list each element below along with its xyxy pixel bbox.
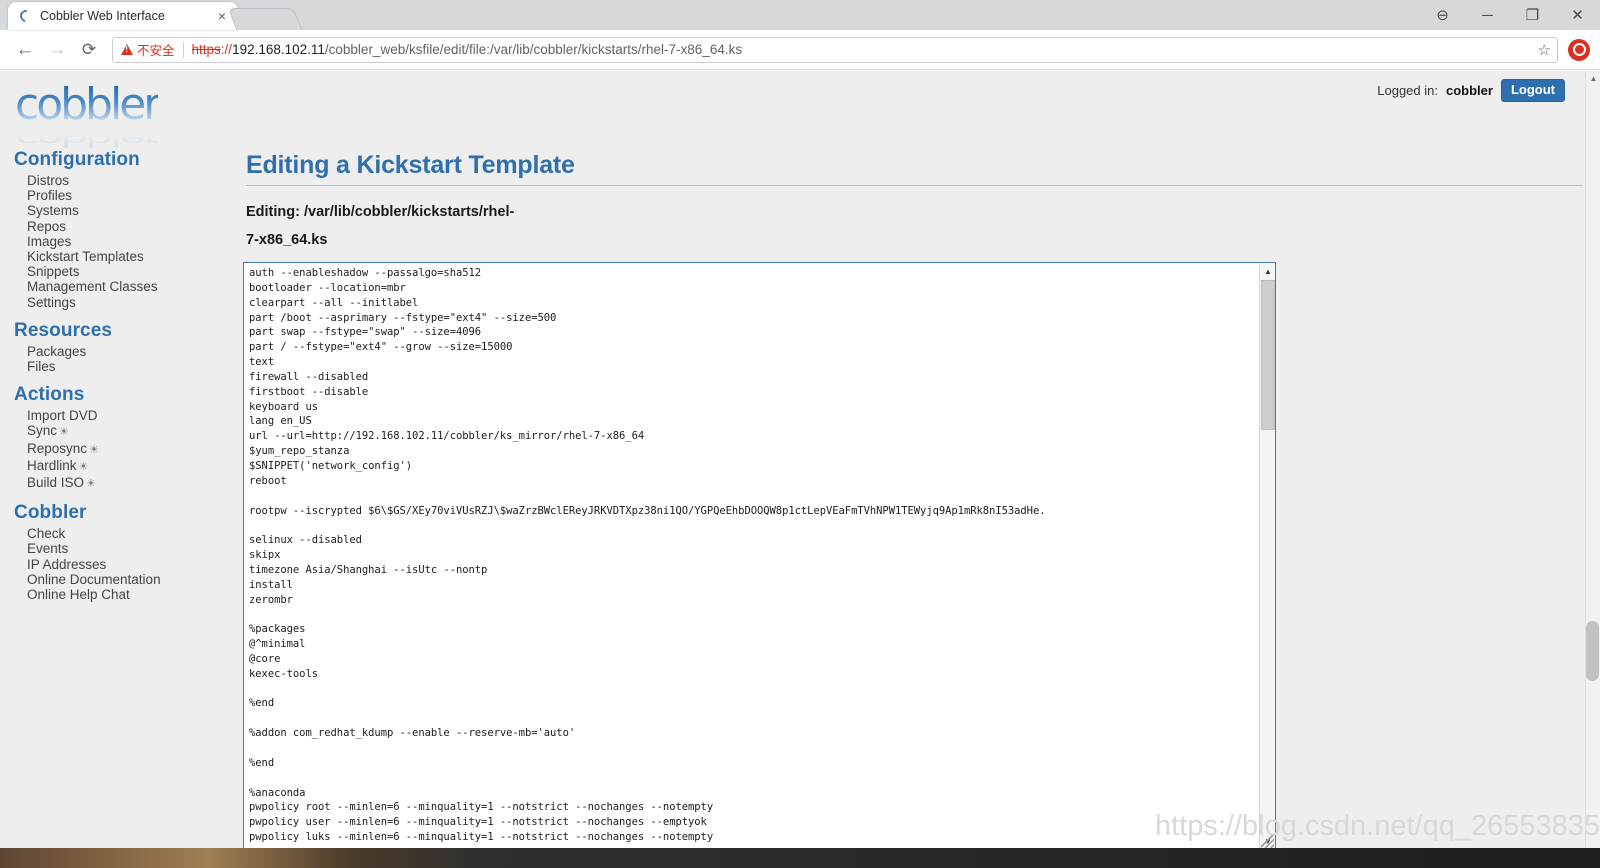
url-host: 192.168.102.11 [232, 42, 325, 57]
scroll-up-icon[interactable]: ▲ [1260, 263, 1276, 279]
editing-file-line2: 7-x86_64.ks [246, 232, 328, 248]
sidebar-item-repos[interactable]: Repos [27, 219, 232, 234]
title-divider [246, 185, 1583, 186]
sidebar-item-label: Build ISO [27, 475, 85, 491]
sidebar-item-sync[interactable]: Sync ☀ [27, 423, 232, 440]
site-header: cobbler cobbler Logged in: cobbler Logou… [0, 71, 1600, 151]
kickstart-form: auth --enableshadow --passalgo=sha512 bo… [243, 262, 1583, 850]
gear-icon: ☀ [86, 478, 96, 491]
sidebar-item-label: Reposync [27, 440, 88, 456]
reload-button[interactable]: ⟳ [74, 35, 104, 65]
browser-window: Cobbler Web Interface × ⊖ ─ ❐ ✕ ← → ⟳ 不安… [0, 0, 1600, 868]
textarea-resize-handle[interactable] [1261, 835, 1274, 848]
sidebar-item-distros[interactable]: Distros [27, 173, 232, 188]
security-warning-label: 不安全 [137, 44, 175, 58]
forward-button: → [47, 38, 67, 60]
sidebar-heading-actions: Actions [14, 384, 85, 406]
url-separator: :// [220, 42, 233, 57]
gear-icon: ☀ [78, 460, 89, 473]
security-warning-badge[interactable]: 不安全 [121, 41, 184, 58]
url-scheme: https [191, 42, 221, 57]
back-button[interactable]: ← [10, 35, 40, 65]
sidebar-navigation: Configuration Distros Profiles Systems R… [0, 143, 232, 602]
omnibox-actions: ☆ [1538, 41, 1551, 59]
editing-file-label: Editing: /var/lib/cobbler/kickstarts/rhe… [246, 198, 1583, 254]
close-window-button[interactable]: ✕ [1555, 0, 1600, 30]
sidebar-item-ip-addresses[interactable]: IP Addresses [27, 557, 232, 572]
page-scrollbar[interactable]: ▲ ▼ [1585, 71, 1600, 868]
sidebar-item-management-classes[interactable]: Management Classes [27, 279, 232, 294]
sidebar-item-online-documentation[interactable]: Online Documentation [27, 572, 232, 587]
sidebar-item-profiles[interactable]: Profiles [27, 188, 232, 203]
sidebar-item-online-help-chat[interactable]: Online Help Chat [27, 587, 232, 602]
sidebar-item-build-iso[interactable]: Build ISO ☀ [27, 475, 232, 492]
new-tab-button[interactable] [227, 8, 303, 30]
sidebar-item-import-dvd[interactable]: Import DVD [27, 408, 232, 423]
url-path: /cobbler_web/ksfile/edit/file:/var/lib/c… [324, 42, 743, 57]
window-controls: ⊖ ─ ❐ ✕ [1420, 0, 1600, 30]
page-scroll-thumb[interactable] [1586, 621, 1599, 681]
cobbler-favicon-icon [19, 9, 33, 23]
page-title: Editing a Kickstart Template [246, 151, 575, 179]
sidebar-item-hardlink[interactable]: Hardlink ☀ [27, 458, 232, 475]
sidebar-item-label: Hardlink [27, 457, 77, 473]
tab-strip: Cobbler Web Interface × ⊖ ─ ❐ ✕ [0, 0, 1600, 30]
gear-icon: ☀ [89, 443, 99, 456]
logged-in-username: cobbler [1445, 83, 1493, 99]
sidebar-item-kickstart-templates[interactable]: Kickstart Templates [27, 249, 232, 264]
sidebar-heading-configuration: Configuration [14, 149, 140, 170]
url-text: https://192.168.102.11/cobbler_web/ksfil… [192, 42, 743, 57]
sidebar-item-reposync[interactable]: Reposync ☀ [27, 441, 232, 458]
address-bar[interactable]: 不安全 https://192.168.102.11/cobbler_web/k… [112, 36, 1558, 63]
sidebar-item-settings[interactable]: Settings [27, 295, 232, 310]
sidebar-item-images[interactable]: Images [27, 234, 232, 249]
minimize-button[interactable]: ─ [1465, 0, 1510, 30]
kickstart-textarea[interactable]: auth --enableshadow --passalgo=sha512 bo… [243, 262, 1276, 850]
sidebar-item-snippets[interactable]: Snippets [27, 264, 232, 279]
page-scroll-up-icon[interactable]: ▲ [1586, 71, 1600, 86]
profile-avatar[interactable] [1568, 38, 1590, 61]
warning-triangle-icon [121, 44, 133, 55]
logout-button[interactable]: Logout [1500, 79, 1565, 103]
browser-tab-cobbler[interactable]: Cobbler Web Interface × [8, 2, 238, 30]
tab-title: Cobbler Web Interface [40, 9, 165, 23]
sidebar-item-events[interactable]: Events [27, 541, 232, 556]
page-viewport: cobbler cobbler Logged in: cobbler Logou… [0, 71, 1600, 868]
sidebar-item-label: Sync [27, 423, 58, 439]
maximize-button[interactable]: ❐ [1510, 0, 1555, 30]
kickstart-textarea-content[interactable]: auth --enableshadow --passalgo=sha512 bo… [249, 266, 1256, 847]
textarea-scroll-thumb[interactable] [1261, 280, 1275, 430]
browser-toolbar: ← → ⟳ 不安全 https://192.168.102.11/cobbler… [0, 30, 1600, 70]
sidebar-item-files[interactable]: Files [27, 359, 232, 374]
bookmark-star-icon[interactable]: ☆ [1538, 41, 1551, 59]
cobbler-logo: cobbler cobbler [15, 79, 195, 151]
gear-icon: ☀ [59, 426, 69, 439]
sidebar-item-check[interactable]: Check [27, 526, 232, 541]
desktop-wallpaper-strip [0, 848, 1600, 868]
logged-in-label: Logged in: [1377, 83, 1438, 99]
sidebar-heading-cobbler: Cobbler [14, 502, 87, 524]
login-status: Logged in: cobbler Logout [1377, 79, 1565, 103]
editing-file-line1: Editing: /var/lib/cobbler/kickstarts/rhe… [246, 204, 515, 220]
cobbler-logo-text: cobbler [15, 79, 161, 130]
sidebar-item-systems[interactable]: Systems [27, 203, 232, 218]
textarea-scrollbar[interactable]: ▲ ▼ [1259, 263, 1275, 849]
sidebar-heading-resources: Resources [14, 319, 113, 341]
tab-close-icon[interactable]: × [216, 9, 228, 23]
account-icon[interactable]: ⊖ [1420, 0, 1465, 30]
sidebar-item-packages[interactable]: Packages [27, 344, 232, 359]
main-content: Editing a Kickstart Template Editing: /v… [243, 143, 1583, 850]
